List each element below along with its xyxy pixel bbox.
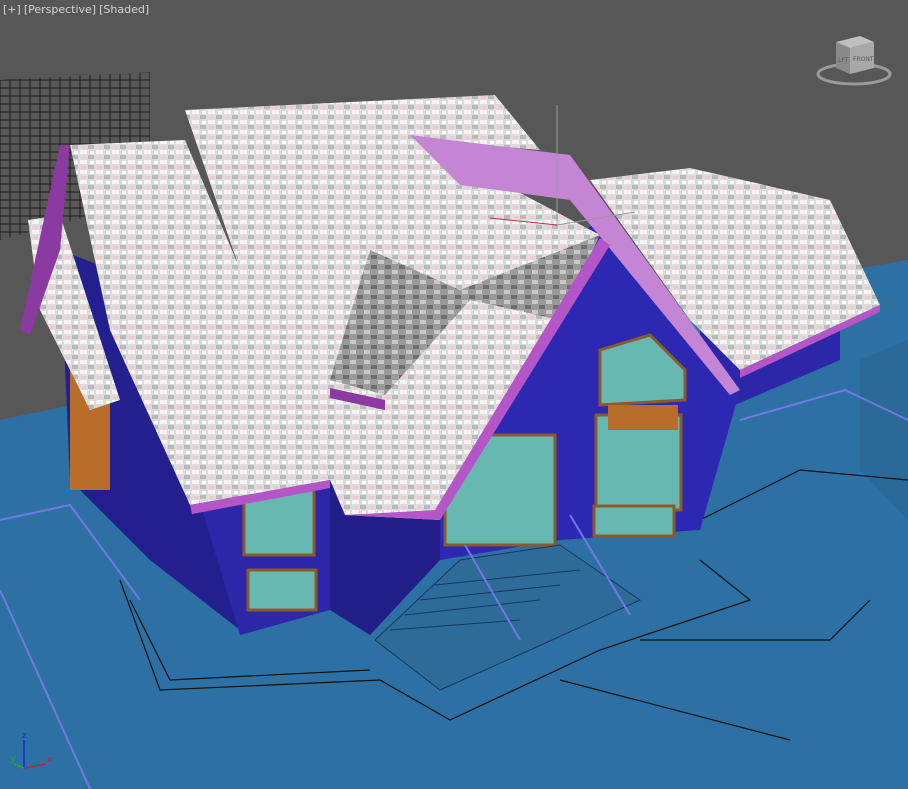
viewcube[interactable]: LFT FRONT — [814, 32, 894, 88]
viewcube-left-face[interactable]: LFT — [838, 57, 849, 64]
axis-z-label: z — [22, 731, 27, 741]
viewcube-front-face[interactable]: FRONT — [853, 56, 874, 63]
window — [592, 504, 676, 538]
window — [246, 568, 318, 612]
shading-mode-button[interactable]: [Shaded] — [99, 3, 149, 16]
axis-y-label: y — [10, 754, 16, 764]
viewport-menu-button[interactable]: [+] — [3, 3, 21, 16]
viewport-scene — [0, 72, 908, 789]
view-mode-button[interactable]: [Perspective] — [24, 3, 96, 16]
axis-gizmo: z x y — [10, 731, 53, 769]
viewport-label: [+] [Perspective] [Shaded] — [3, 3, 149, 16]
axis-x-label: x — [47, 755, 53, 765]
